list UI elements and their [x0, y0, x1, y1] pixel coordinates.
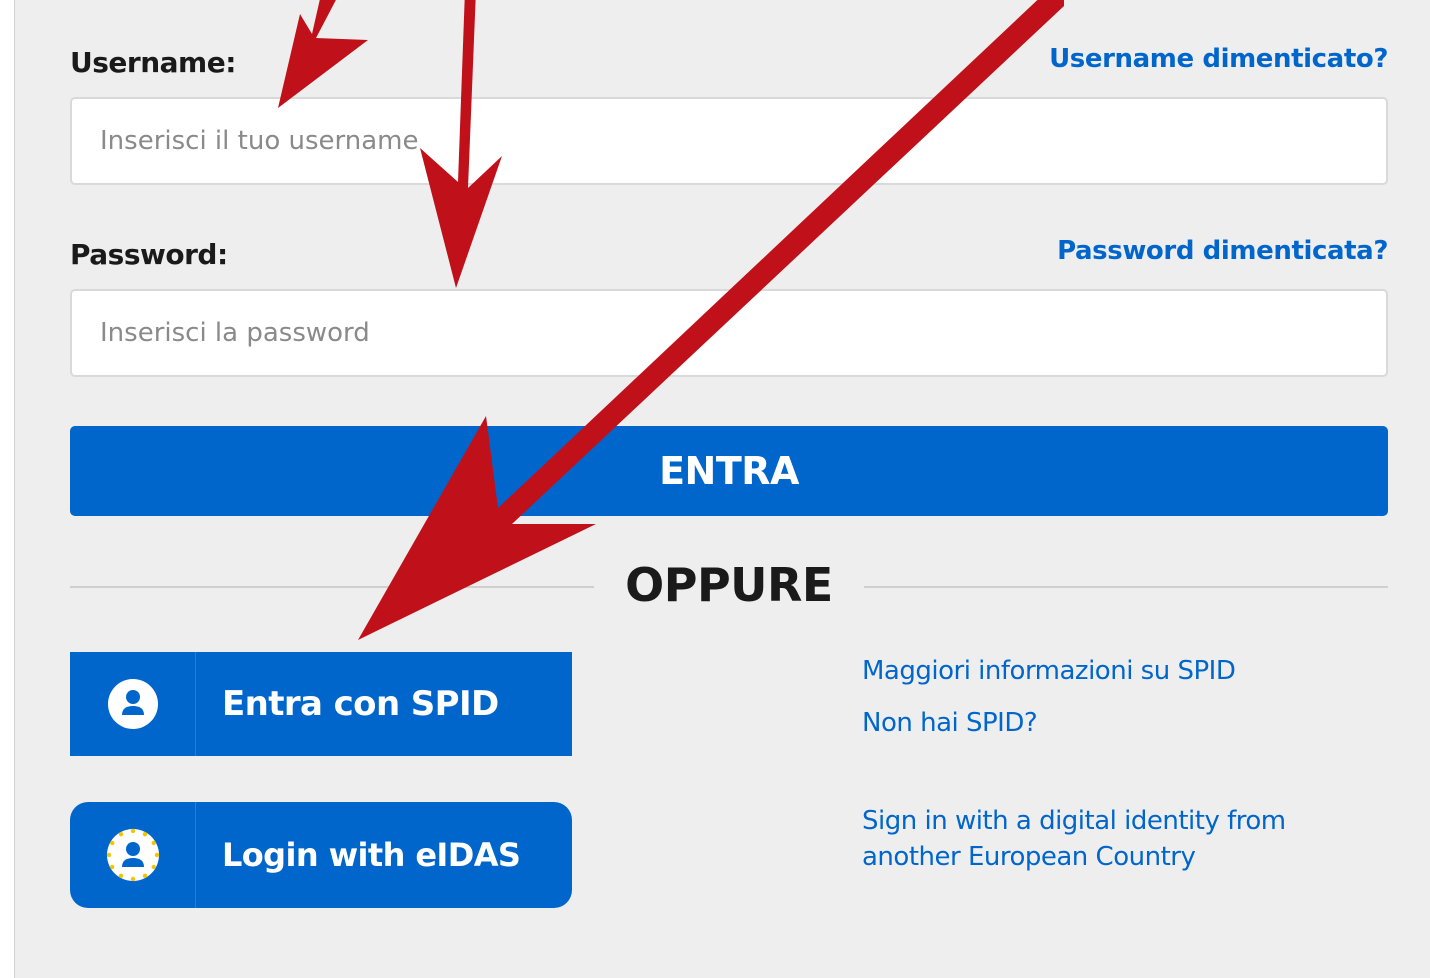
- eidas-user-stars-icon: [106, 828, 159, 882]
- separator-label: OPPURE: [625, 558, 833, 612]
- username-input[interactable]: [70, 97, 1388, 185]
- forgot-username-link[interactable]: Username dimenticato?: [1049, 44, 1388, 74]
- no-spid-link[interactable]: Non hai SPID?: [862, 705, 1038, 741]
- spid-more-info-link[interactable]: Maggiori informazioni su SPID: [862, 653, 1236, 689]
- username-label: Username:: [70, 46, 236, 79]
- eidas-icon-cell: [70, 802, 196, 908]
- eidas-description-line-2: another European Country: [862, 842, 1196, 872]
- entra-button[interactable]: ENTRA: [70, 426, 1388, 516]
- spid-button-label: Entra con SPID: [222, 684, 499, 724]
- user-icon: [107, 679, 158, 729]
- separator-line-right: [864, 586, 1388, 588]
- login-page: Username: Username dimenticato? Password…: [0, 0, 1430, 978]
- eidas-button-label: Login with eIDAS: [222, 836, 521, 874]
- eidas-login-button[interactable]: Login with eIDAS: [70, 802, 572, 908]
- password-label: Password:: [70, 238, 228, 271]
- spid-login-button[interactable]: Entra con SPID: [70, 652, 572, 756]
- spid-icon-cell: [70, 652, 196, 756]
- eidas-description-line-1: Sign in with a digital identity from: [862, 806, 1286, 836]
- forgot-password-link[interactable]: Password dimenticata?: [1057, 236, 1388, 266]
- password-input[interactable]: [70, 289, 1388, 377]
- separator-line-left: [70, 586, 594, 588]
